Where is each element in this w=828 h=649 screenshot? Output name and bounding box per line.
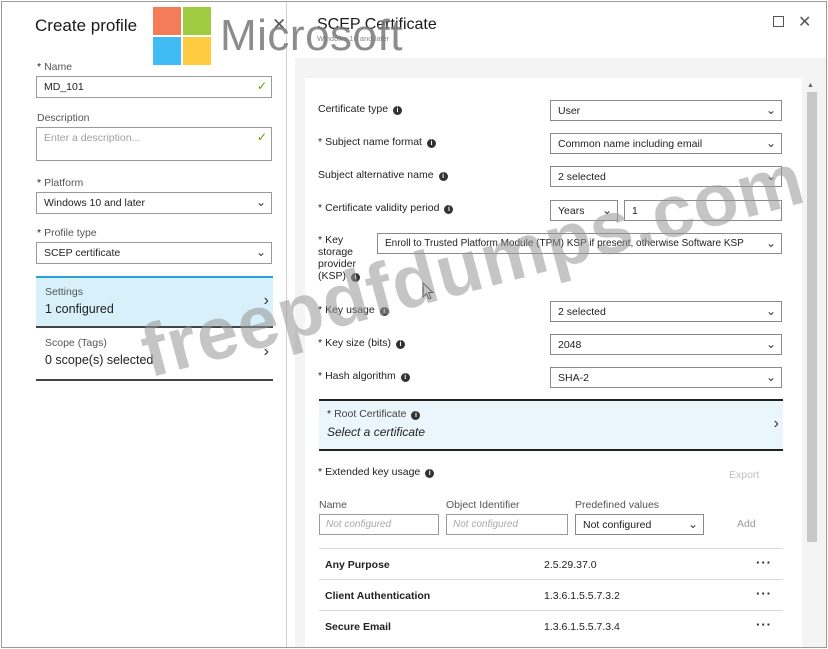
eku-col-name: Name xyxy=(319,499,348,511)
scroll-up-icon[interactable]: ▲ xyxy=(807,82,814,89)
info-icon[interactable]: i xyxy=(426,139,436,148)
subject-alt-name-label: Subject alternative name i xyxy=(318,169,448,181)
eku-col-oid: Object Identifier xyxy=(446,499,520,511)
info-icon[interactable]: i xyxy=(400,373,410,382)
scrollbar-thumb[interactable] xyxy=(807,92,817,542)
table-row[interactable]: Secure Email 1.3.6.1.5.5.7.3.4 ··· xyxy=(319,610,783,641)
create-profile-title: Create profile xyxy=(35,16,138,35)
info-icon[interactable]: i xyxy=(396,340,406,349)
hash-algorithm-value: SHA-2 xyxy=(558,372,589,384)
subject-name-format-label: * Subject name format i xyxy=(318,136,436,148)
name-value: MD_101 xyxy=(44,81,84,93)
subject-name-format-value: Common name including email xyxy=(558,138,703,150)
eku-label: * Extended key usage i xyxy=(318,466,435,478)
key-size-value: 2048 xyxy=(558,339,582,351)
eku-col-predefined: Predefined values xyxy=(575,499,660,511)
info-icon[interactable]: i xyxy=(438,172,448,181)
certificate-type-select[interactable]: User ⌄ xyxy=(550,100,782,121)
eku-row-name: Any Purpose xyxy=(325,559,390,571)
key-usage-select[interactable]: 2 selected ⌄ xyxy=(550,301,782,322)
root-certificate-value: Select a certificate xyxy=(327,425,426,439)
certificate-type-label: Certificate type i xyxy=(318,103,403,115)
info-icon[interactable]: i xyxy=(444,205,454,214)
microsoft-watermark: Microsoft xyxy=(220,11,403,60)
eku-oid-input[interactable]: Not configured xyxy=(446,514,568,535)
more-options-icon[interactable]: ··· xyxy=(756,617,772,632)
profile-type-value: SCEP certificate xyxy=(44,247,121,259)
eku-predefined-select[interactable]: Not configured ⌄ xyxy=(575,514,704,535)
table-row[interactable]: Any Purpose 2.5.29.37.0 ··· xyxy=(319,548,783,579)
checkmark-icon: ✓ xyxy=(256,130,267,144)
eku-row-name: Client Authentication xyxy=(325,590,431,602)
certificate-type-value: User xyxy=(558,105,581,117)
name-input[interactable]: MD_101 ✓ xyxy=(36,76,272,98)
profile-type-label: * Profile type xyxy=(37,227,97,239)
platform-value: Windows 10 and later xyxy=(44,197,145,209)
app-window: Create profile ✕ * Name MD_101 ✓ Descript… xyxy=(1,1,827,648)
description-input[interactable]: Enter a description... ✓ xyxy=(36,127,272,161)
subject-alt-name-value: 2 selected xyxy=(558,171,606,183)
platform-select[interactable]: Windows 10 and later ⌄ xyxy=(36,192,272,214)
root-certificate-label: * Root Certificate i xyxy=(327,408,775,420)
chevron-down-icon: ⌄ xyxy=(687,517,698,531)
chevron-down-icon: ⌄ xyxy=(765,370,776,384)
platform-label: * Platform xyxy=(37,177,84,189)
chevron-down-icon: ⌄ xyxy=(765,236,776,250)
profile-type-select[interactable]: SCEP certificate ⌄ xyxy=(36,242,272,264)
eku-predefined-value: Not configured xyxy=(583,519,652,531)
description-placeholder: Enter a description... xyxy=(44,132,141,144)
maximize-icon[interactable] xyxy=(773,16,784,27)
info-icon[interactable]: i xyxy=(393,106,403,115)
root-certificate-nav[interactable]: * Root Certificate i Select a certificate … xyxy=(319,399,783,451)
eku-row-name: Secure Email xyxy=(325,621,391,633)
add-button[interactable]: Add xyxy=(737,518,756,530)
name-label: * Name xyxy=(37,61,73,73)
eku-name-input[interactable]: Not configured xyxy=(319,514,439,535)
info-icon[interactable]: i xyxy=(411,411,421,420)
chevron-right-icon: › xyxy=(773,415,779,432)
validity-period-label: * Certificate validity period i xyxy=(318,202,454,214)
chevron-down-icon: ⌄ xyxy=(765,337,776,351)
eku-row-oid: 2.5.29.37.0 xyxy=(544,559,597,571)
description-label: Description xyxy=(37,112,90,124)
more-options-icon[interactable]: ··· xyxy=(756,555,772,570)
close-icon[interactable]: ✕ xyxy=(798,12,811,32)
key-size-select[interactable]: 2048 ⌄ xyxy=(550,334,782,355)
microsoft-logo-icon xyxy=(153,7,213,67)
eku-row-oid: 1.3.6.1.5.5.7.3.2 xyxy=(544,590,620,602)
export-button[interactable]: Export xyxy=(729,469,759,481)
checkmark-icon: ✓ xyxy=(256,79,267,93)
chevron-down-icon: ⌄ xyxy=(765,103,776,117)
table-row[interactable]: Client Authentication 1.3.6.1.5.5.7.3.2 … xyxy=(319,579,783,610)
chevron-down-icon: ⌄ xyxy=(255,245,266,259)
hash-algorithm-label: * Hash algorithm i xyxy=(318,370,410,382)
key-usage-value: 2 selected xyxy=(558,306,606,318)
more-options-icon[interactable]: ··· xyxy=(756,586,772,601)
chevron-down-icon: ⌄ xyxy=(255,195,266,209)
chevron-down-icon: ⌄ xyxy=(765,304,776,318)
hash-algorithm-select[interactable]: SHA-2 ⌄ xyxy=(550,367,782,388)
eku-row-oid: 1.3.6.1.5.5.7.3.4 xyxy=(544,621,620,633)
info-icon[interactable]: i xyxy=(425,469,435,478)
